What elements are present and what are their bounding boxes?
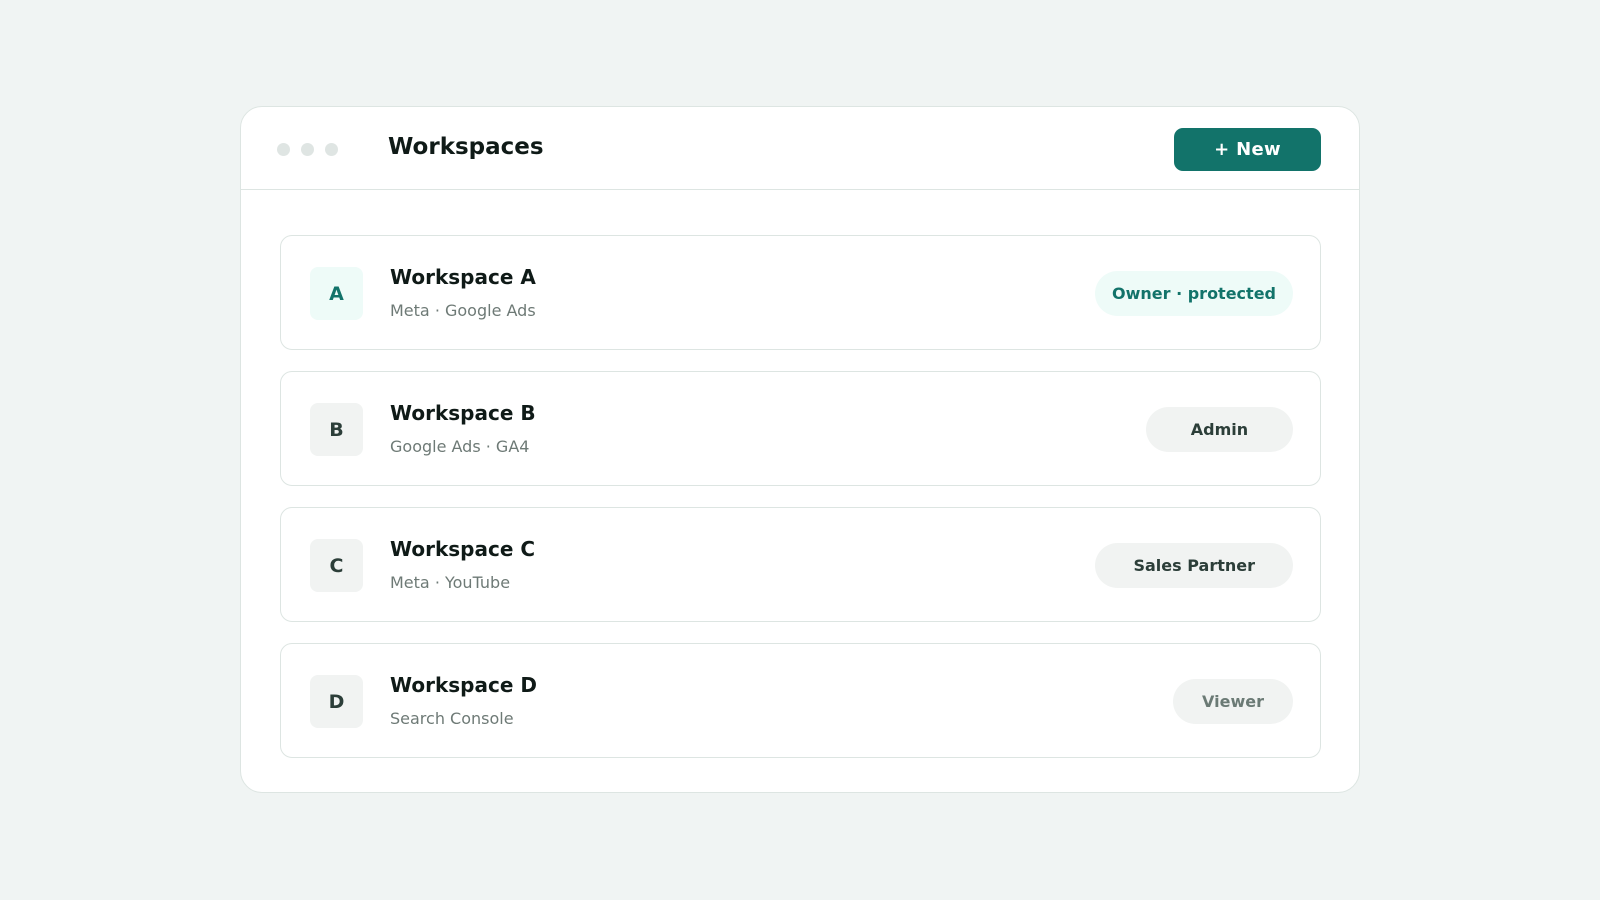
title-bar: Workspaces + New	[241, 107, 1359, 190]
window-dot-close-icon[interactable]	[277, 143, 290, 156]
workspace-card-d[interactable]: D Workspace D Search Console Viewer	[280, 643, 1321, 758]
workspace-integrations: Meta · Google Ads	[390, 301, 536, 320]
workspace-integrations: Google Ads · GA4	[390, 437, 530, 456]
workspaces-window: Workspaces + New A Workspace A Meta · Go…	[240, 106, 1360, 793]
new-workspace-button[interactable]: + New	[1174, 128, 1321, 171]
workspace-card-a[interactable]: A Workspace A Meta · Google Ads Owner · …	[280, 235, 1321, 350]
role-badge: Admin	[1146, 407, 1293, 452]
workspace-card-b[interactable]: B Workspace B Google Ads · GA4 Admin	[280, 371, 1321, 486]
workspace-integrations: Meta · YouTube	[390, 573, 511, 592]
role-badge: Viewer	[1173, 679, 1293, 724]
workspace-integrations: Search Console	[390, 709, 514, 728]
workspace-name: Workspace D	[390, 673, 537, 697]
workspace-list: A Workspace A Meta · Google Ads Owner · …	[280, 235, 1321, 779]
workspace-name: Workspace A	[390, 265, 536, 289]
page-title: Workspaces	[388, 134, 544, 160]
window-controls	[277, 143, 338, 156]
workspace-avatar: D	[310, 675, 363, 728]
workspace-card-c[interactable]: C Workspace C Meta · YouTube Sales Partn…	[280, 507, 1321, 622]
workspace-name: Workspace C	[390, 537, 536, 561]
workspace-name: Workspace B	[390, 401, 536, 425]
role-badge: Sales Partner	[1095, 543, 1293, 588]
role-badge: Owner · protected	[1094, 271, 1293, 316]
workspace-avatar: C	[310, 539, 363, 592]
workspace-avatar: B	[310, 403, 363, 456]
workspace-avatar: A	[310, 267, 363, 320]
window-dot-maximize-icon[interactable]	[325, 143, 338, 156]
window-dot-minimize-icon[interactable]	[301, 143, 314, 156]
